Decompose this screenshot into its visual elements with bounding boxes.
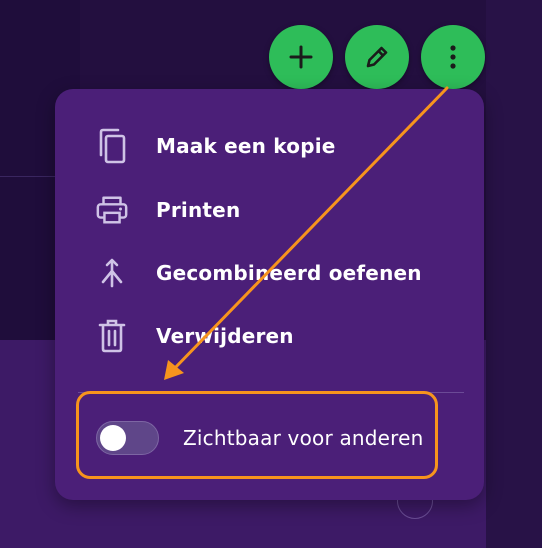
visibility-toggle[interactable]	[96, 421, 159, 455]
add-button[interactable]	[269, 25, 333, 89]
menu-item-label: Maak een kopie	[156, 134, 336, 158]
menu-item-delete[interactable]: Verwijderen	[55, 308, 484, 364]
plus-icon	[289, 45, 313, 69]
background-panel-right	[486, 0, 542, 548]
merge-icon	[95, 253, 129, 293]
more-vertical-icon	[450, 45, 456, 69]
options-menu: Maak een kopie Printen Gecombineerd oefe…	[55, 89, 484, 500]
menu-item-label: Gecombineerd oefenen	[156, 261, 422, 285]
menu-item-label: Verwijderen	[156, 324, 294, 348]
printer-icon	[95, 190, 129, 230]
menu-item-label: Printen	[156, 198, 241, 222]
copy-icon	[95, 126, 129, 166]
background-divider	[0, 176, 60, 177]
trash-icon	[95, 316, 129, 356]
more-options-button[interactable]	[421, 25, 485, 89]
pencil-icon	[366, 46, 388, 68]
visibility-setting-highlight: Zichtbaar voor anderen	[76, 391, 438, 479]
visibility-label: Zichtbaar voor anderen	[183, 426, 424, 450]
menu-item-print[interactable]: Printen	[55, 182, 484, 238]
edit-button[interactable]	[345, 25, 409, 89]
menu-item-copy[interactable]: Maak een kopie	[55, 118, 484, 174]
toggle-knob	[100, 425, 126, 451]
menu-item-combined-practice[interactable]: Gecombineerd oefenen	[55, 245, 484, 301]
